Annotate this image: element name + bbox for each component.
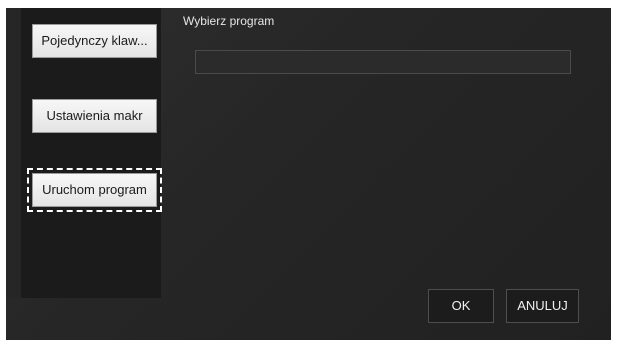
choose-program-label: Wybierz program bbox=[183, 14, 275, 28]
cancel-button[interactable]: ANULUJ bbox=[506, 289, 579, 323]
sidebar-item-single-key[interactable]: Pojedynczy klaw... bbox=[32, 24, 157, 58]
run-program-dialog: Pojedynczy klaw... Ustawienia makr Uruch… bbox=[6, 8, 611, 340]
ok-button[interactable]: OK bbox=[428, 289, 494, 323]
sidebar-item-run-program[interactable]: Uruchom program bbox=[27, 168, 162, 212]
left-edge-strip bbox=[6, 8, 21, 298]
program-path-input[interactable] bbox=[195, 50, 571, 74]
sidebar-item-macro-settings[interactable]: Ustawienia makr bbox=[32, 99, 157, 133]
sidebar: Pojedynczy klaw... Ustawienia makr Uruch… bbox=[21, 8, 162, 298]
